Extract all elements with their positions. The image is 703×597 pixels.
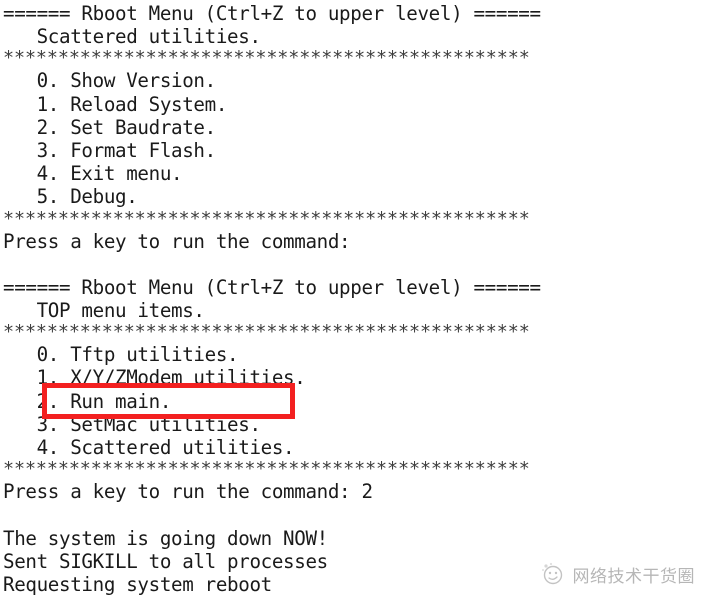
shutdown-message-1: The system is going down NOW! bbox=[3, 526, 328, 550]
separator-1: ****************************************… bbox=[3, 48, 530, 70]
menu-item-1-reload-system[interactable]: 1. Reload System. bbox=[3, 93, 703, 116]
circle-logo-icon bbox=[540, 561, 566, 587]
top-item-2-run-main[interactable]: 2. Run main. bbox=[3, 390, 703, 413]
separator-3: ****************************************… bbox=[3, 322, 530, 344]
submenu-title-top: TOP menu items. bbox=[3, 299, 205, 323]
submenu-title-scattered: Scattered utilities. bbox=[3, 25, 261, 49]
top-item-4-scattered[interactable]: 4. Scattered utilities. bbox=[3, 436, 703, 459]
terminal-console[interactable]: ====== Rboot Menu (Ctrl+Z to upper level… bbox=[0, 0, 703, 597]
cursor-fragment: _ bbox=[3, 590, 16, 597]
top-item-0-tftp[interactable]: 0. Tftp utilities. bbox=[3, 343, 703, 366]
menu-item-5-debug[interactable]: 5. Debug. bbox=[3, 185, 703, 208]
rboot-menu-header-1: ====== Rboot Menu (Ctrl+Z to upper level… bbox=[3, 2, 541, 25]
menu-item-2-set-baudrate[interactable]: 2. Set Baudrate. bbox=[3, 116, 703, 139]
rboot-menu-header-2: ====== Rboot Menu (Ctrl+Z to upper level… bbox=[3, 275, 541, 299]
menu-item-3-format-flash[interactable]: 3. Format Flash. bbox=[3, 139, 703, 162]
watermark-text: 网络技术干货圈 bbox=[572, 566, 695, 587]
menu-item-4-exit-menu[interactable]: 4. Exit menu. bbox=[3, 162, 703, 185]
separator-2: ****************************************… bbox=[3, 208, 530, 230]
watermark: 网络技术干货圈 bbox=[540, 561, 696, 587]
console-output: ====== Rboot Menu (Ctrl+Z to upper level… bbox=[3, 2, 703, 596]
top-item-3-setmac[interactable]: 3. SetMac utilities. bbox=[3, 413, 703, 436]
top-item-1-xyzmodem[interactable]: 1. X/Y/ZModem utilities. bbox=[3, 366, 703, 389]
prompt-1: Press a key to run the command: bbox=[3, 229, 351, 253]
prompt-2-with-input: Press a key to run the command: 2 bbox=[3, 480, 373, 504]
separator-4: ****************************************… bbox=[3, 459, 530, 481]
menu-item-0-show-version[interactable]: 0. Show Version. bbox=[3, 69, 703, 92]
